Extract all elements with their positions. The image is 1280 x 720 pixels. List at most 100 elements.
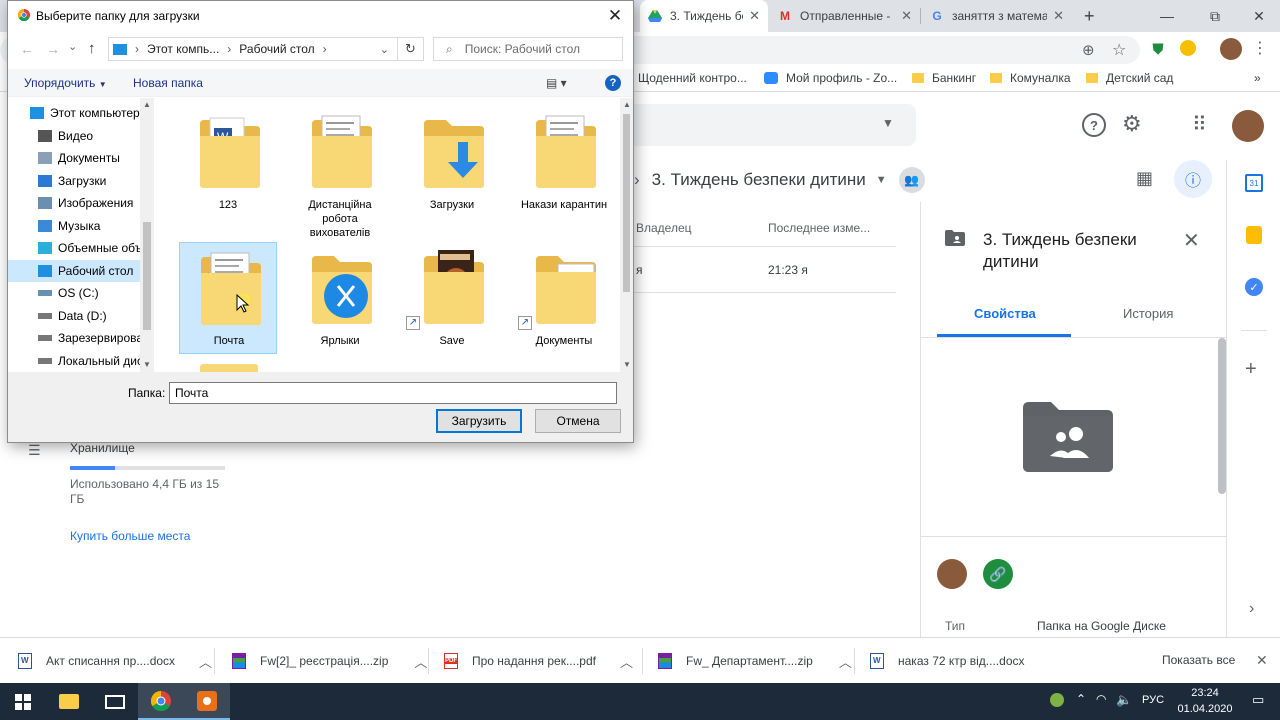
notifications-icon[interactable]: ▭ (1252, 692, 1264, 708)
column-modified[interactable]: Последнее изме... (768, 221, 870, 235)
recent-locations-icon[interactable]: ⌄ (68, 40, 77, 53)
search-options-icon[interactable]: ▼ (882, 116, 894, 130)
nav-item[interactable]: Data (D:) (8, 305, 140, 327)
tray-arrow-icon[interactable]: ⌃ (1076, 692, 1086, 706)
tasks-icon[interactable]: ✓ (1245, 278, 1263, 296)
grid-view-icon[interactable]: ▦ (1136, 168, 1153, 189)
chevron-up-icon[interactable]: ︿ (414, 652, 427, 671)
show-all-downloads-button[interactable]: Показать все (1162, 653, 1235, 667)
download-item[interactable]: Fw[2]_ реєстрація....zip ︿ (232, 638, 427, 684)
refresh-button[interactable]: ↻ (398, 37, 424, 61)
close-icon[interactable]: ✕ (1053, 8, 1064, 24)
new-tab-button[interactable]: + (1076, 0, 1108, 32)
start-button[interactable] (0, 683, 46, 720)
folder-item[interactable]: Почта (179, 242, 277, 354)
chevron-up-icon[interactable]: ︿ (620, 652, 633, 671)
chevron-right-icon[interactable]: › (227, 42, 231, 56)
info-icon[interactable]: ⓘ (1174, 160, 1212, 198)
nav-item[interactable]: Видео (8, 125, 140, 147)
chevron-up-icon[interactable]: ︿ (839, 652, 852, 671)
address-segment[interactable]: Рабочий стол (239, 42, 314, 56)
apps-grid-icon[interactable]: ⠿ (1192, 112, 1207, 137)
details-scrollbar[interactable] (1218, 338, 1226, 494)
close-icon[interactable]: ✕ (749, 8, 760, 24)
close-icon[interactable]: ✕ (1183, 228, 1200, 253)
drive-search-bar[interactable]: ▼ (620, 104, 916, 146)
bookmark-item[interactable]: Детский сад (1086, 71, 1173, 85)
profile-avatar[interactable] (1220, 38, 1242, 60)
volume-icon[interactable]: 🔈 (1116, 692, 1132, 708)
scroll-up-icon[interactable]: ▲ (623, 100, 631, 109)
maximize-button[interactable]: ⧉ (1192, 0, 1238, 32)
add-icon[interactable]: ⊕ (1082, 41, 1095, 59)
wifi-icon[interactable]: ◠ (1096, 692, 1106, 706)
scroll-up-icon[interactable]: ▲ (143, 100, 151, 109)
tab-drive[interactable]: 3. Тиждень безпе ✕ (640, 0, 768, 32)
address-segment[interactable]: Этот компь... (147, 42, 219, 56)
help-icon[interactable]: ? (605, 75, 621, 91)
nav-item[interactable]: Загрузки (8, 170, 140, 192)
chevron-down-icon[interactable]: ⌄ (380, 43, 389, 56)
tab-gmail[interactable]: M Отправленные - ✕ (770, 0, 920, 32)
close-icon[interactable]: ✕ (1256, 652, 1268, 669)
column-owner[interactable]: Владелец (636, 221, 692, 235)
settings-gear-icon[interactable]: ⚙ (1122, 111, 1142, 137)
bookmark-star-icon[interactable]: ☆ (1112, 40, 1126, 60)
nav-item[interactable]: Зарезервирова (8, 327, 140, 349)
organize-menu[interactable]: Упорядочить ▼ (24, 76, 107, 90)
scroll-thumb[interactable] (623, 114, 630, 292)
bookmark-item[interactable]: Банкинг (912, 71, 976, 85)
download-item[interactable]: W Акт списання пр....docx ︿ (18, 638, 212, 684)
dialog-address-bar[interactable]: › Этот компь... › Рабочий стол › ⌄ (108, 37, 398, 61)
navigation-scrollbar[interactable]: ▲ ▼ (140, 98, 154, 372)
keep-icon[interactable] (1246, 226, 1262, 244)
bookmark-item[interactable]: Мой профиль - Zo... (764, 71, 897, 85)
file-explorer-taskbar[interactable] (46, 683, 92, 720)
back-arrow-icon[interactable]: ← (20, 41, 34, 57)
taskbar-clock[interactable]: 23:24 01.04.2020 (1170, 685, 1240, 717)
folder-item[interactable]: Накази карантин (515, 106, 613, 218)
chevron-right-icon[interactable]: › (1249, 600, 1254, 618)
scroll-down-icon[interactable]: ▼ (623, 360, 631, 369)
nav-item[interactable]: Рабочий стол (8, 259, 140, 282)
chrome-taskbar[interactable] (138, 683, 184, 720)
download-item[interactable]: W наказ 72 ктр від....docx (870, 638, 1025, 684)
language-indicator[interactable]: РУС (1142, 694, 1164, 706)
folder-item[interactable]: Загрузки (403, 106, 501, 218)
view-options-icon[interactable]: ▤ ▾ (546, 76, 567, 90)
scroll-down-icon[interactable]: ▼ (143, 360, 151, 369)
tab-properties[interactable]: Свойства (974, 306, 1036, 321)
cancel-button[interactable]: Отмена (535, 409, 621, 433)
help-icon[interactable]: ? (1082, 113, 1106, 137)
nav-item[interactable]: Локальный дис (8, 350, 140, 372)
nav-item[interactable]: Документы (8, 147, 140, 169)
folder-item[interactable]: A↗Документы (515, 242, 613, 354)
scroll-thumb[interactable] (143, 222, 151, 330)
bookmark-item[interactable]: Щоденний контро... (636, 71, 747, 85)
recorder-taskbar[interactable] (184, 683, 230, 720)
window-close-button[interactable]: ✕ (1236, 0, 1280, 32)
account-avatar[interactable] (1232, 110, 1264, 142)
shield-extension-icon[interactable]: ⛊ (1150, 40, 1166, 58)
forward-arrow-icon[interactable]: → (46, 41, 60, 57)
tab-history[interactable]: История (1123, 306, 1173, 321)
nav-item[interactable]: OS (C:) (8, 282, 140, 304)
tab-google[interactable]: G заняття з матема ✕ (922, 0, 1072, 32)
more-bookmarks-button[interactable]: » (1254, 71, 1261, 85)
close-icon[interactable]: ✕ (901, 8, 912, 24)
link-icon[interactable]: 🔗 (983, 559, 1013, 589)
dialog-search-input[interactable]: ⌕ Поиск: Рабочий стол (433, 37, 623, 61)
folder-item[interactable]: W123 (179, 106, 277, 218)
download-item[interactable]: PDF Про надання рек....pdf ︿ (444, 638, 633, 684)
more-menu-icon[interactable]: ⋮ (1252, 38, 1268, 58)
nav-item[interactable]: Изображения (8, 192, 140, 214)
up-arrow-icon[interactable]: ↑ (88, 40, 96, 57)
chevron-right-icon[interactable]: › (323, 42, 327, 56)
upload-button[interactable]: Загрузить (436, 409, 522, 433)
chevron-up-icon[interactable]: ︿ (199, 652, 212, 671)
dialog-close-button[interactable]: ✕ (597, 1, 633, 31)
breadcrumb-current-folder[interactable]: 3. Тиждень безпеки дитини (652, 170, 866, 190)
folder-item[interactable]: Дистанційна робота вихователів (291, 106, 389, 239)
content-scrollbar[interactable]: ▲ ▼ (620, 98, 633, 372)
mail-taskbar[interactable] (92, 683, 138, 720)
